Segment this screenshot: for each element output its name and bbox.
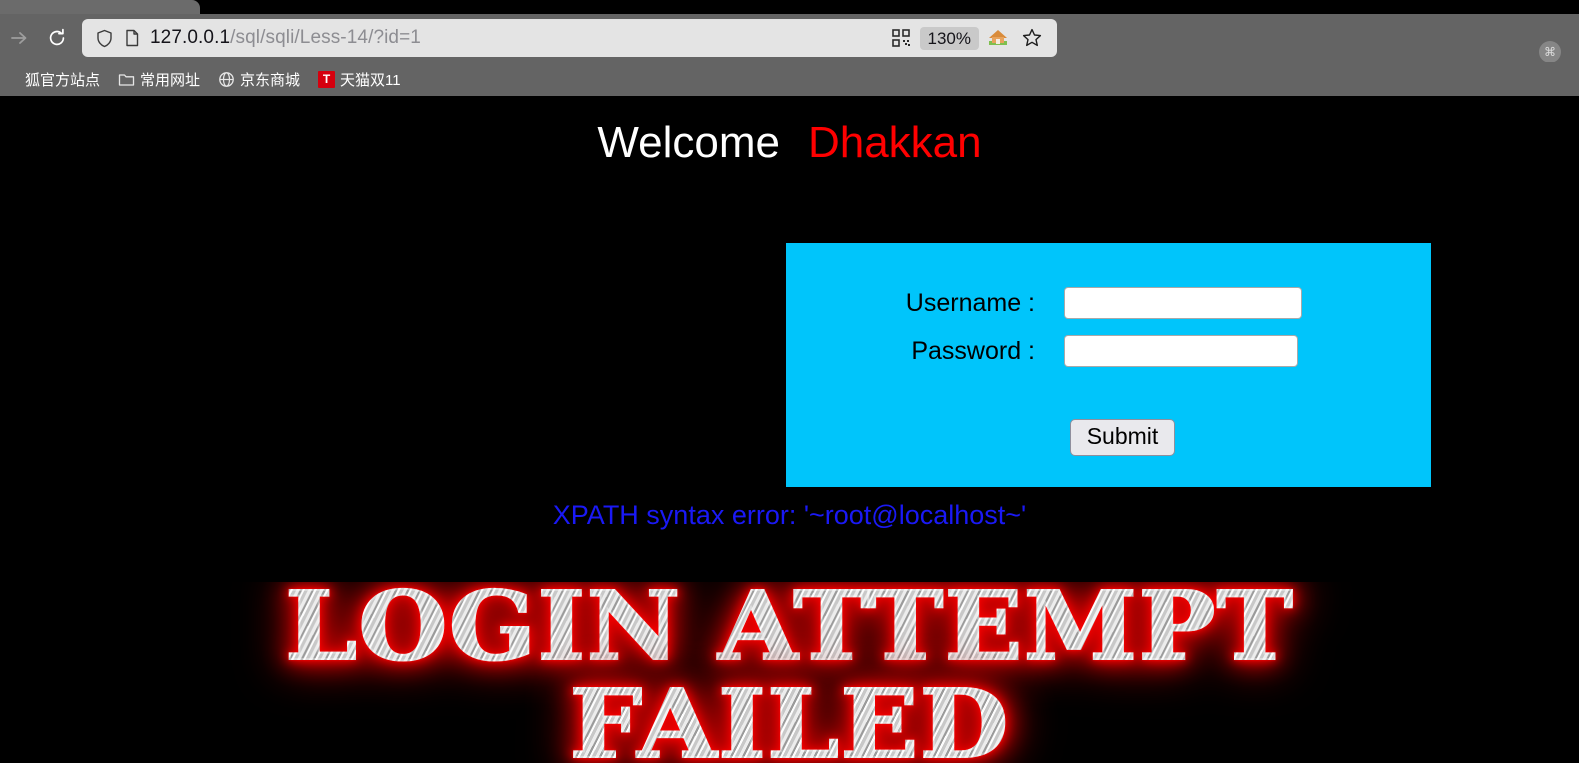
submit-row: Submit: [786, 367, 1431, 457]
bookmark-label: 京东商城: [240, 71, 301, 89]
star-icon[interactable]: [1017, 23, 1047, 53]
url-text: 127.0.0.1/sql/sqli/Less-14/?id=1: [150, 27, 421, 49]
address-bar-actions: 130%: [886, 23, 1049, 53]
folder-icon: [118, 71, 135, 88]
url-host: 127.0.0.1: [150, 27, 231, 48]
page-content: Welcome Dhakkan Username : Password : Sub…: [0, 96, 1579, 763]
login-failed-banner: LOGIN ATTEMPT FAILED: [0, 582, 1579, 763]
bookmark-label: 常用网址: [140, 71, 201, 89]
user-name-text: Dhakkan: [807, 118, 982, 167]
tab-strip: [0, 0, 1579, 16]
welcome-text: Welcome: [597, 118, 780, 167]
home-icon[interactable]: [983, 23, 1013, 53]
forward-button[interactable]: [0, 19, 38, 57]
arrow-right-icon: [8, 27, 30, 49]
bookmarks-bar: 狐官方站点 常用网址 京东商城 T 天猫双11: [0, 62, 1579, 96]
reload-button[interactable]: [38, 19, 76, 57]
failed-banner-line-2: FAILED: [0, 676, 1579, 763]
login-form-panel: Username : Password : Submit: [786, 243, 1431, 487]
reload-icon: [46, 27, 68, 49]
browser-chrome: 127.0.0.1/sql/sqli/Less-14/?id=1 130% ⌘ …: [0, 0, 1579, 96]
failed-banner-line-1: LOGIN ATTEMPT: [0, 582, 1579, 675]
bookmark-label: 天猫双11: [340, 71, 401, 89]
password-input[interactable]: [1064, 335, 1298, 367]
bookmark-label: 狐官方站点: [25, 71, 101, 89]
username-row: Username :: [786, 243, 1431, 319]
globe-icon: [3, 71, 20, 88]
tmall-icon: T: [318, 70, 336, 88]
qr-code-icon[interactable]: [886, 23, 916, 53]
error-message: XPATH syntax error: '~root@localhost~': [552, 500, 1027, 530]
url-path: /sql/sqli/Less-14/?id=1: [230, 27, 421, 48]
zoom-level-badge[interactable]: 130%: [919, 26, 979, 50]
shield-icon[interactable]: [90, 24, 118, 52]
username-label: Username :: [905, 288, 1035, 317]
password-row: Password :: [786, 319, 1431, 367]
bookmark-item-tmall[interactable]: T 天猫双11: [309, 67, 410, 92]
bookmark-item-common-sites[interactable]: 常用网址: [109, 67, 209, 92]
command-badge[interactable]: ⌘: [1539, 41, 1561, 63]
password-label: Password :: [911, 336, 1035, 365]
bookmark-item-jd[interactable]: 京东商城: [209, 67, 309, 92]
submit-button[interactable]: Submit: [1069, 419, 1176, 457]
bookmark-item-firefox-official[interactable]: 狐官方站点: [0, 67, 109, 92]
globe-icon: [218, 71, 235, 88]
document-icon[interactable]: [118, 24, 146, 52]
page-title: Welcome Dhakkan: [0, 96, 1579, 168]
username-input[interactable]: [1064, 287, 1302, 319]
address-bar[interactable]: 127.0.0.1/sql/sqli/Less-14/?id=1 130%: [82, 19, 1057, 57]
navigation-toolbar: 127.0.0.1/sql/sqli/Less-14/?id=1 130% ⌘: [0, 14, 1579, 63]
